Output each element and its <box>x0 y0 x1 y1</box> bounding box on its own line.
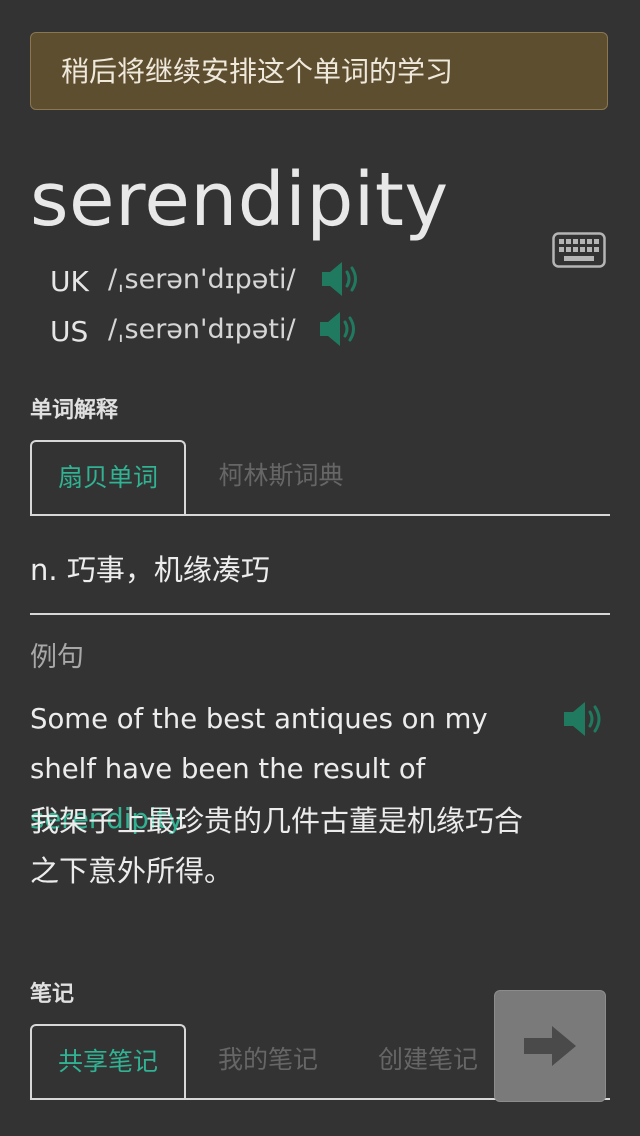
keyboard-icon[interactable] <box>552 232 606 268</box>
example-label: 例句 <box>30 642 84 673</box>
tab-shared-notes[interactable]: 共享笔记 <box>30 1024 186 1098</box>
arrow-right-icon <box>524 1026 576 1066</box>
example-en-text: Some of the best antiques on my shelf ha… <box>30 703 488 785</box>
tab-create-note[interactable]: 创建笔记 <box>360 1024 496 1096</box>
pronunciation-ipa-us: /ˌserən'dɪpəti/ <box>108 314 296 345</box>
example-sentence-zh: 我架子上最珍贵的几件古董是机缘巧合之下意外所得。 <box>30 804 524 888</box>
speaker-icon[interactable] <box>562 698 608 740</box>
speaker-icon[interactable] <box>320 259 364 299</box>
divider <box>30 613 610 615</box>
definition-text: n. 巧事，机缘凑巧 <box>30 553 270 587</box>
speaker-icon[interactable] <box>318 309 362 349</box>
pronunciation-ipa-uk: /ˌserən'dɪpəti/ <box>108 264 296 295</box>
notes-section-label: 笔记 <box>30 982 75 1007</box>
tab-collins-dictionary[interactable]: 柯林斯词典 <box>200 440 362 512</box>
definition-tabs: 扇贝单词 柯林斯词典 <box>30 440 610 516</box>
definition-section-label: 单词解释 <box>30 398 119 423</box>
next-button[interactable] <box>494 990 606 1102</box>
tab-shanbay-words[interactable]: 扇贝单词 <box>30 440 186 514</box>
word-title: serendipity <box>30 157 449 243</box>
banner-text: 稍后将继续安排这个单词的学习 <box>61 55 454 88</box>
tab-my-notes[interactable]: 我的笔记 <box>200 1024 336 1096</box>
pronunciation-region-us: US <box>50 315 89 348</box>
study-later-banner: 稍后将继续安排这个单词的学习 <box>30 32 608 110</box>
pronunciation-region-uk: UK <box>50 265 89 298</box>
